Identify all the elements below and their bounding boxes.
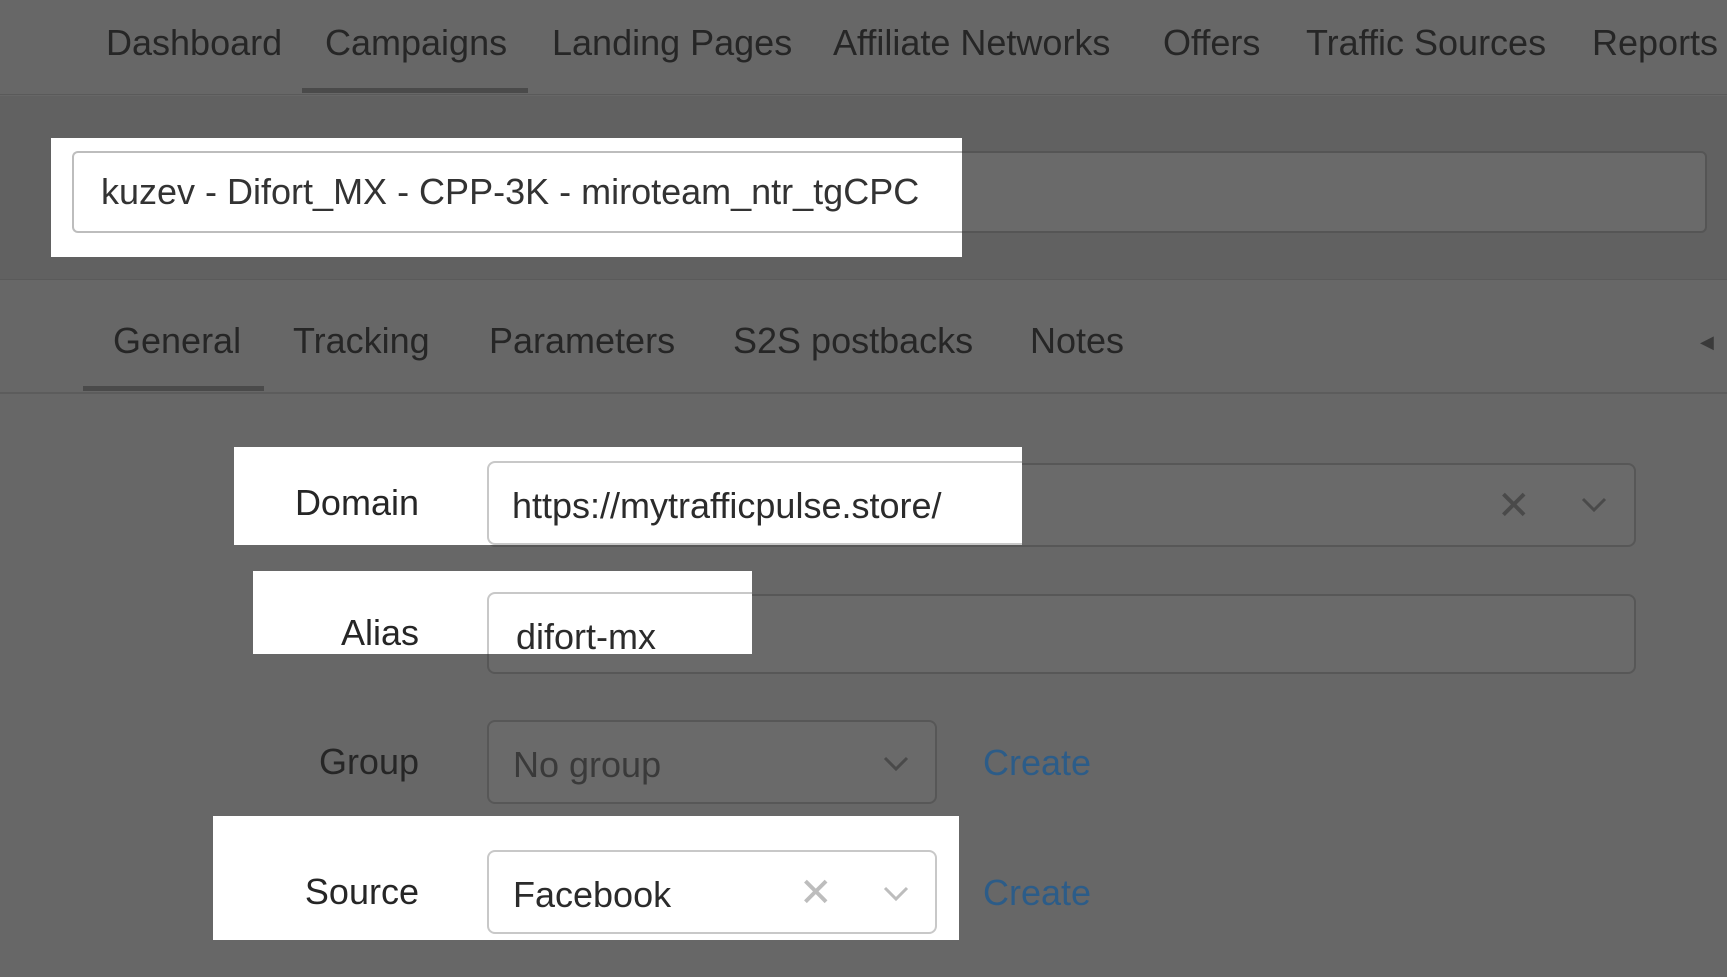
tab-tracking[interactable]: Tracking xyxy=(293,320,430,362)
nav-item-dashboard[interactable]: Dashboard xyxy=(106,22,282,64)
tab-notes[interactable]: Notes xyxy=(1030,320,1124,362)
chevron-down-icon[interactable] xyxy=(1580,496,1608,514)
tabs-divider xyxy=(0,392,1727,394)
top-navigation: Dashboard Campaigns Landing Pages Affili… xyxy=(0,0,1727,95)
domain-label: Domain xyxy=(294,482,419,523)
tab-s2s-postbacks[interactable]: S2S postbacks xyxy=(733,320,973,362)
domain-select[interactable]: https://mytrafficpulse.store/ xyxy=(487,461,1022,545)
alias-value: difort-mx xyxy=(516,616,657,657)
nav-item-traffic-sources[interactable]: Traffic Sources xyxy=(1306,22,1546,64)
source-select[interactable]: Facebook ✕ xyxy=(487,850,937,934)
nav-item-offers[interactable]: Offers xyxy=(1163,22,1260,64)
create-source-link[interactable]: Create xyxy=(983,872,1091,914)
source-label: Source xyxy=(304,871,419,912)
chevron-down-icon[interactable] xyxy=(882,885,910,903)
close-icon[interactable]: ✕ xyxy=(1497,486,1531,526)
source-value: Facebook xyxy=(513,874,672,915)
tab-parameters[interactable]: Parameters xyxy=(489,320,675,362)
campaign-name-input[interactable]: kuzev - Difort_MX - CPP-3K - miroteam_nt… xyxy=(72,151,962,233)
domain-value: https://mytrafficpulse.store/ xyxy=(512,485,942,526)
alias-label: Alias xyxy=(340,612,419,653)
active-nav-indicator xyxy=(302,88,528,93)
alias-input[interactable]: difort-mx xyxy=(487,592,752,657)
nav-item-affiliate-networks[interactable]: Affiliate Networks xyxy=(833,22,1110,64)
group-label: Group xyxy=(318,741,419,782)
chevron-down-icon xyxy=(882,755,910,773)
nav-item-campaigns[interactable]: Campaigns xyxy=(325,22,507,64)
tab-general[interactable]: General xyxy=(113,320,241,362)
group-value: No group xyxy=(513,744,662,785)
create-group-link[interactable]: Create xyxy=(983,742,1091,784)
caret-left-icon[interactable]: ◀ xyxy=(1700,332,1714,353)
nav-item-reports[interactable]: Reports xyxy=(1592,22,1718,64)
nav-item-landing-pages[interactable]: Landing Pages xyxy=(552,22,792,64)
close-icon[interactable]: ✕ xyxy=(799,873,833,913)
active-tab-indicator xyxy=(83,386,264,391)
group-select[interactable]: No group xyxy=(487,720,937,804)
